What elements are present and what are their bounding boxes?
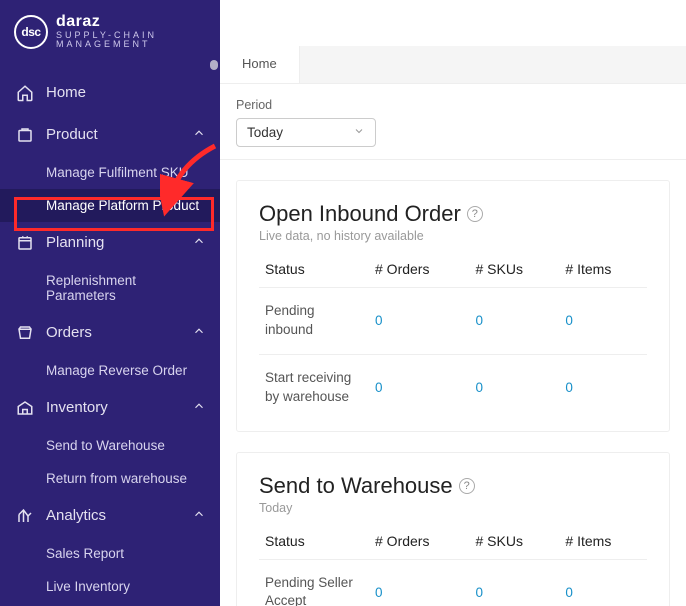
item-count-link[interactable]: 0	[565, 585, 573, 600]
logo-text: daraz SUPPLY-CHAIN MANAGEMENT	[56, 14, 157, 50]
sidebar-item-planning[interactable]: Planning	[0, 222, 220, 264]
card-open-inbound-order: Open Inbound Order ? Live data, no histo…	[236, 180, 670, 432]
sidebar-item-sales-report[interactable]: Sales Report	[0, 537, 220, 570]
col-orders: # Orders	[369, 523, 470, 560]
card-title: Open Inbound Order ?	[259, 201, 647, 227]
col-items: # Items	[559, 523, 647, 560]
col-status: Status	[259, 523, 369, 560]
col-skus: # SKUs	[470, 251, 560, 288]
col-orders: # Orders	[369, 251, 470, 288]
card-subtitle: Live data, no history available	[259, 229, 647, 243]
sidebar-item-live-inventory[interactable]: Live Inventory	[0, 570, 220, 603]
table-row: Pending inbound 0 0 0	[259, 288, 647, 355]
cell-orders: 0	[369, 354, 470, 420]
send-table: Status # Orders # SKUs # Items Pending S…	[259, 523, 647, 606]
sidebar-item-manage-platform-product[interactable]: Manage Platform Product	[0, 189, 220, 222]
planning-icon	[14, 234, 36, 252]
cell-items: 0	[559, 288, 647, 355]
sidebar-scrollbar[interactable]	[210, 60, 218, 70]
cell-status: Pending Seller Accept	[259, 559, 369, 606]
col-status: Status	[259, 251, 369, 288]
sidebar-item-inventory[interactable]: Inventory	[0, 387, 220, 429]
tab-home[interactable]: Home	[220, 46, 300, 83]
logo-badge: dsc	[14, 15, 48, 49]
sidebar-label-planning: Planning	[46, 234, 104, 251]
sidebar-item-manage-fulfilment-sku[interactable]: Manage Fulfilment SKU	[0, 156, 220, 189]
chevron-down-icon	[353, 125, 365, 140]
inventory-icon	[14, 399, 36, 417]
cell-status: Start receiving by warehouse	[259, 354, 369, 420]
card-title: Send to Warehouse ?	[259, 473, 647, 499]
chevron-up-icon	[192, 324, 206, 342]
sidebar-label-product: Product	[46, 126, 98, 143]
tab-bar: Home	[220, 46, 686, 84]
sidebar-item-replenishment-parameters[interactable]: Replenishment Parameters	[0, 264, 220, 312]
order-count-link[interactable]: 0	[375, 585, 383, 600]
sidebar-item-product[interactable]: Product	[0, 114, 220, 156]
sidebar-item-home[interactable]: Home	[0, 72, 220, 114]
brand-sub2: MANAGEMENT	[56, 40, 157, 49]
card-send-to-warehouse: Send to Warehouse ? Today Status # Order…	[236, 452, 670, 606]
card-title-text: Open Inbound Order	[259, 201, 461, 227]
logo: dsc daraz SUPPLY-CHAIN MANAGEMENT	[0, 0, 220, 68]
inbound-table: Status # Orders # SKUs # Items Pending i…	[259, 251, 647, 421]
cell-status: Pending inbound	[259, 288, 369, 355]
sidebar-item-manage-reverse-order[interactable]: Manage Reverse Order	[0, 354, 220, 387]
cell-skus: 0	[470, 559, 560, 606]
sku-count-link[interactable]: 0	[476, 313, 484, 328]
table-row: Start receiving by warehouse 0 0 0	[259, 354, 647, 420]
help-icon[interactable]: ?	[467, 206, 483, 222]
brand-name: daraz	[56, 14, 157, 31]
analytics-icon	[14, 507, 36, 525]
col-skus: # SKUs	[470, 523, 560, 560]
chevron-up-icon	[192, 399, 206, 417]
period-label: Period	[236, 98, 670, 112]
sidebar-label-inventory: Inventory	[46, 399, 108, 416]
cell-skus: 0	[470, 354, 560, 420]
cell-items: 0	[559, 354, 647, 420]
item-count-link[interactable]: 0	[565, 380, 573, 395]
period-filter: Period Today	[220, 84, 686, 160]
orders-icon	[14, 324, 36, 342]
item-count-link[interactable]: 0	[565, 313, 573, 328]
product-icon	[14, 126, 36, 144]
home-icon	[14, 84, 36, 102]
order-count-link[interactable]: 0	[375, 380, 383, 395]
order-count-link[interactable]: 0	[375, 313, 383, 328]
main-content: Home Period Today Open Inbound Order ? L…	[220, 0, 686, 606]
sidebar-item-return-from-warehouse[interactable]: Return from warehouse	[0, 462, 220, 495]
cell-orders: 0	[369, 559, 470, 606]
cell-skus: 0	[470, 288, 560, 355]
sidebar-label-analytics: Analytics	[46, 507, 106, 524]
col-items: # Items	[559, 251, 647, 288]
sidebar-item-send-to-warehouse[interactable]: Send to Warehouse	[0, 429, 220, 462]
help-icon[interactable]: ?	[459, 478, 475, 494]
sidebar-label-orders: Orders	[46, 324, 92, 341]
table-row: Pending Seller Accept 0 0 0	[259, 559, 647, 606]
cell-items: 0	[559, 559, 647, 606]
sku-count-link[interactable]: 0	[476, 585, 484, 600]
sku-count-link[interactable]: 0	[476, 380, 484, 395]
card-title-text: Send to Warehouse	[259, 473, 453, 499]
period-select[interactable]: Today	[236, 118, 376, 147]
sidebar: dsc daraz SUPPLY-CHAIN MANAGEMENT Home P…	[0, 0, 220, 606]
nav: Home Product Manage Fulfilment SKU Manag…	[0, 68, 220, 603]
chevron-up-icon	[192, 234, 206, 252]
sidebar-item-orders[interactable]: Orders	[0, 312, 220, 354]
sidebar-item-analytics[interactable]: Analytics	[0, 495, 220, 537]
sidebar-label-home: Home	[46, 84, 86, 101]
period-value: Today	[247, 125, 283, 140]
card-subtitle: Today	[259, 501, 647, 515]
chevron-up-icon	[192, 507, 206, 525]
cell-orders: 0	[369, 288, 470, 355]
chevron-up-icon	[192, 126, 206, 144]
